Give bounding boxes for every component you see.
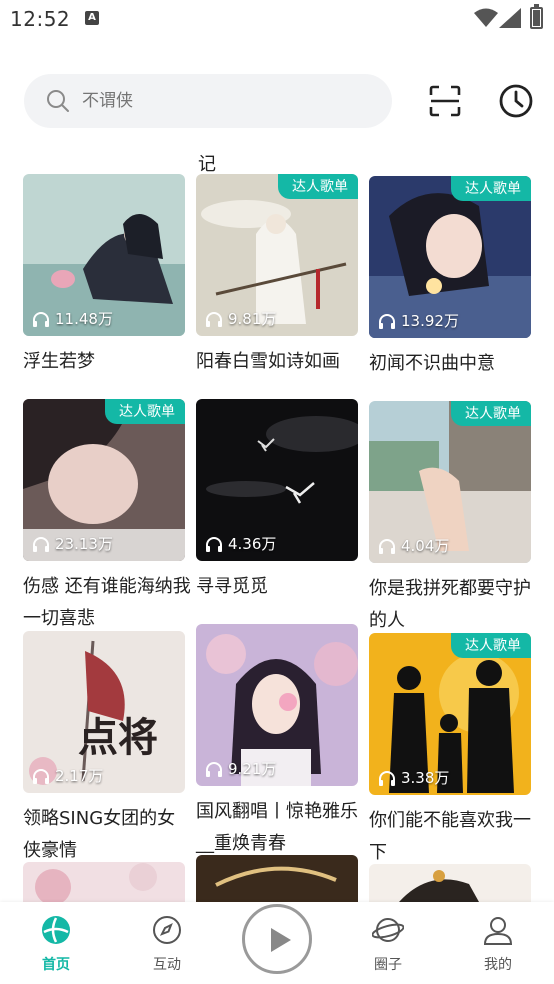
headphones-icon xyxy=(206,536,222,552)
playlist-title[interactable]: 你是我拼死都要守护的人 xyxy=(369,573,537,637)
playlist-title[interactable]: 寻寻觅觅 xyxy=(196,571,364,603)
compass-icon xyxy=(153,916,181,944)
cellular-icon xyxy=(499,8,521,28)
expert-playlist-tag: 达人歌单 xyxy=(451,401,531,426)
play-count-value: 4.36万 xyxy=(228,535,277,553)
headphones-icon xyxy=(33,768,49,784)
play-count-value: 13.92万 xyxy=(401,312,459,330)
playlist-cover-partial[interactable] xyxy=(369,864,531,902)
playlist-card[interactable]: 9.21万 国风翻唱丨惊艳雅乐__重焕青春 xyxy=(196,624,358,860)
play-count: 9.81万 xyxy=(205,308,276,329)
playlist-cover[interactable]: 9.21万 xyxy=(196,624,358,786)
playlist-cover[interactable]: 达人歌单 13.92万 xyxy=(369,176,531,338)
playlist-card[interactable]: 达人歌单 23.13万 伤感 还有谁能海纳我一切喜悲 xyxy=(23,399,191,635)
playlist-cover[interactable]: 点将 2.17万 xyxy=(23,631,185,793)
playlist-cover[interactable]: 达人歌单 4.04万 xyxy=(369,401,531,563)
expert-playlist-tag: 达人歌单 xyxy=(451,633,531,658)
user-icon xyxy=(483,917,513,945)
nav-home[interactable]: 首页 xyxy=(16,914,96,974)
playlist-cover[interactable]: 达人歌单 3.38万 xyxy=(369,633,531,795)
playlist-card[interactable]: 11.48万 浮生若梦 xyxy=(23,174,185,378)
nav-interact-label: 互动 xyxy=(153,957,181,973)
cover-image xyxy=(215,866,337,887)
status-time: 12:52 xyxy=(10,7,71,31)
player-play-button[interactable] xyxy=(242,904,312,974)
search-icon xyxy=(47,90,69,112)
headphones-icon xyxy=(379,770,395,786)
status-bar: 12:52 A xyxy=(0,0,554,40)
play-count: 9.21万 xyxy=(205,758,276,779)
history-icon[interactable] xyxy=(498,83,534,119)
play-count-value: 3.38万 xyxy=(401,769,450,787)
expert-playlist-tag: 达人歌单 xyxy=(278,174,358,199)
nav-mine[interactable]: 我的 xyxy=(458,914,538,974)
playlist-card[interactable]: 4.36万 寻寻觅觅 xyxy=(196,399,358,603)
scan-icon[interactable] xyxy=(428,84,462,118)
play-count: 23.13万 xyxy=(32,533,113,554)
headphones-icon xyxy=(379,313,395,329)
notification-icon: A xyxy=(85,11,99,25)
headphones-icon xyxy=(379,538,395,554)
playlist-cover-partial[interactable] xyxy=(196,855,358,902)
playlist-card[interactable]: 达人歌单 9.81万 阳春白雪如诗如画 xyxy=(196,174,358,378)
playlist-cover-partial[interactable] xyxy=(23,862,185,902)
nav-home-label: 首页 xyxy=(42,957,70,973)
playlist-title[interactable]: 领略SING女团的女侠豪情 xyxy=(23,803,191,867)
play-count: 11.48万 xyxy=(32,308,113,329)
battery-icon xyxy=(530,4,543,29)
headphones-icon xyxy=(206,761,222,777)
playlist-card[interactable]: 达人歌单 13.92万 初闻不识曲中意 xyxy=(369,176,531,380)
play-count: 4.36万 xyxy=(205,533,276,554)
expert-playlist-tag: 达人歌单 xyxy=(105,399,185,424)
nav-mine-label: 我的 xyxy=(484,957,512,973)
play-count-value: 4.04万 xyxy=(401,537,450,555)
play-count-value: 23.13万 xyxy=(55,535,113,553)
previous-row-title-fragment: 记 xyxy=(198,154,216,175)
playlist-title[interactable]: 国风翻唱丨惊艳雅乐__重焕青春 xyxy=(196,796,364,860)
playlist-title[interactable]: 浮生若梦 xyxy=(23,346,191,378)
playlist-title[interactable]: 你们能不能喜欢我一下 xyxy=(369,805,537,869)
wifi-icon xyxy=(474,8,498,27)
headphones-icon xyxy=(206,311,222,327)
svg-text:点将: 点将 xyxy=(78,714,158,761)
home-icon xyxy=(42,916,70,944)
play-count: 2.17万 xyxy=(32,765,103,786)
nav-interact[interactable]: 互动 xyxy=(127,914,207,974)
playlist-cover[interactable]: 11.48万 xyxy=(23,174,185,336)
play-count-value: 11.48万 xyxy=(55,310,113,328)
play-count-value: 9.21万 xyxy=(228,760,277,778)
play-count: 13.92万 xyxy=(378,310,459,331)
playlist-cover[interactable]: 4.36万 xyxy=(196,399,358,561)
expert-playlist-tag: 达人歌单 xyxy=(451,176,531,201)
cover-image xyxy=(35,863,157,902)
playlist-title[interactable]: 初闻不识曲中意 xyxy=(369,348,537,380)
headphones-icon xyxy=(33,311,49,327)
playlist-card[interactable]: 达人歌单 4.04万 你是我拼死都要守护的人 xyxy=(369,401,531,637)
play-count: 3.38万 xyxy=(378,767,449,788)
nav-circle-label: 圈子 xyxy=(374,957,402,973)
playlist-title[interactable]: 伤感 还有谁能海纳我一切喜悲 xyxy=(23,571,191,635)
nav-circle[interactable]: 圈子 xyxy=(348,914,428,974)
planet-icon xyxy=(371,918,405,942)
headphones-icon xyxy=(33,536,49,552)
playlist-title[interactable]: 阳春白雪如诗如画 xyxy=(196,346,364,378)
playlist-cover[interactable]: 达人歌单 9.81万 xyxy=(196,174,358,336)
play-count-value: 2.17万 xyxy=(55,767,104,785)
cover-image xyxy=(399,870,479,902)
search-bar[interactable] xyxy=(24,74,392,128)
playlist-card[interactable]: 达人歌单 3.38万 你们能不能喜欢我一下 xyxy=(369,633,531,869)
play-count: 4.04万 xyxy=(378,535,449,556)
play-count-value: 9.81万 xyxy=(228,310,277,328)
playlist-cover[interactable]: 达人歌单 23.13万 xyxy=(23,399,185,561)
search-input[interactable] xyxy=(82,74,362,128)
bottom-navigation: 首页 互动 圈子 我的 xyxy=(0,902,554,984)
playlist-card[interactable]: 点将 2.17万 领略SING女团的女侠豪情 xyxy=(23,631,185,867)
